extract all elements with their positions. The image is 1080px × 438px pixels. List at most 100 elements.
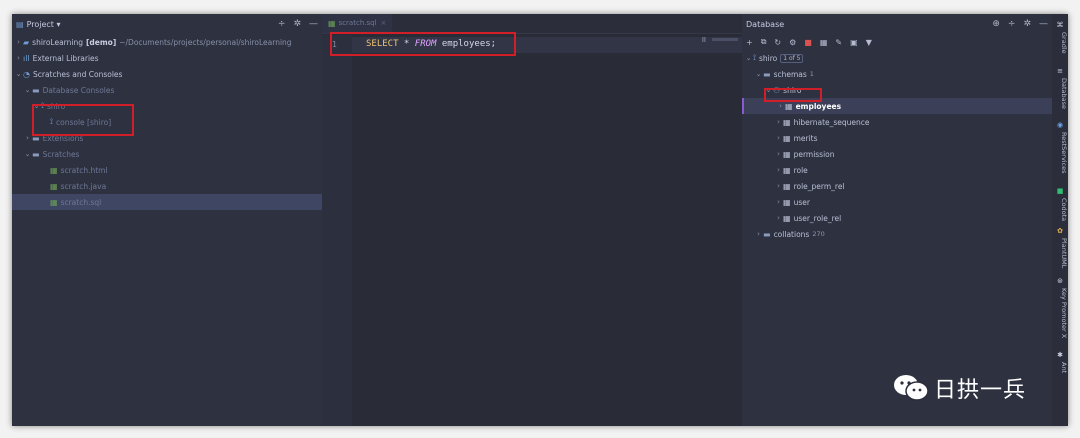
schema-count-badge[interactable]: 1 of 5: [780, 53, 804, 63]
gear-icon[interactable]: ✲: [1023, 19, 1031, 29]
project-tree-item[interactable]: › ▬ Extensions: [12, 130, 322, 146]
database-tree: ⌄ ⟟ shiro 1 of 5 ⌄ ▬ schemas 1 ⌄ ⚇ shiro › ▦ employee…: [742, 50, 1052, 242]
edit-icon[interactable]: ✎: [835, 38, 842, 47]
collapse-all-icon[interactable]: ÷: [1008, 19, 1016, 29]
tool-window-label[interactable]: Codota: [1052, 198, 1068, 221]
project-tree-item[interactable]: › ▰ shiroLearning [demo] ~/Documents/project…: [12, 34, 322, 50]
database-tree-item[interactable]: › ▦ employees: [742, 98, 1052, 114]
tree-item-label: role: [793, 165, 808, 175]
gradle-icon[interactable]: ⌘: [1055, 20, 1065, 30]
editor-area: ▦ scratch.sql × 1 SELECT * FROM employee…: [322, 14, 742, 426]
ant-icon[interactable]: ✱: [1055, 350, 1065, 360]
globe-icon[interactable]: ⊕: [992, 19, 1000, 29]
chevron-down-icon[interactable]: ⌄: [754, 70, 763, 78]
project-tree-item[interactable]: ▦ scratch.sql: [12, 194, 322, 210]
scratch-file-icon: ▦: [50, 197, 58, 207]
chevron-right-icon[interactable]: ›: [23, 134, 32, 142]
add-icon[interactable]: +: [746, 38, 753, 47]
chevron-down-icon[interactable]: ⌄: [23, 150, 32, 158]
editor-scroll-marker[interactable]: [712, 38, 738, 41]
key-promoter-icon[interactable]: ⊛: [1055, 276, 1065, 286]
database-tree-item[interactable]: › ▦ permission: [742, 146, 1052, 162]
chevron-right-icon[interactable]: ›: [754, 230, 763, 238]
tool-window-label[interactable]: Ant: [1052, 362, 1068, 373]
watermark: 日拱一兵: [892, 372, 1026, 404]
hide-panel-icon[interactable]: —: [1039, 19, 1048, 29]
project-tree-item[interactable]: › ıll External Libraries: [12, 50, 322, 66]
chevron-right-icon[interactable]: ›: [774, 214, 783, 222]
tool-window-label[interactable]: Database: [1052, 78, 1068, 109]
database-tree-item[interactable]: › ▦ user: [742, 194, 1052, 210]
filter-icon[interactable]: ▼: [866, 38, 872, 47]
project-tree-item[interactable]: ⌄ ▬ Scratches: [12, 146, 322, 162]
chevron-right-icon[interactable]: ›: [774, 150, 783, 158]
refresh-icon[interactable]: ↻: [774, 38, 781, 47]
tree-item-label: scratch.html: [60, 165, 108, 175]
chevron-right-icon[interactable]: ›: [774, 182, 783, 190]
project-tree-item[interactable]: ⌄ ⟟ shiro: [12, 98, 322, 114]
count-badge: 270: [812, 230, 825, 238]
pause-indicator[interactable]: II: [702, 36, 706, 44]
collapse-all-icon[interactable]: ÷: [278, 19, 286, 29]
chevron-down-icon[interactable]: ⌄: [14, 70, 23, 78]
code-line[interactable]: SELECT * FROM employees;: [366, 39, 496, 49]
chevron-right-icon[interactable]: ›: [14, 38, 23, 46]
table-icon: ▦: [783, 165, 791, 175]
tool-window-label[interactable]: RestServices: [1052, 132, 1068, 174]
database-tree-item[interactable]: › ▦ merits: [742, 130, 1052, 146]
tree-item-label: scratch.sql: [60, 197, 102, 207]
chevron-right-icon[interactable]: ›: [774, 198, 783, 206]
table-icon: ▦: [783, 117, 791, 127]
project-tree-item[interactable]: ⌄ ◔ Scratches and Consoles: [12, 66, 322, 82]
close-tab-icon[interactable]: ×: [381, 19, 387, 27]
project-tree-item[interactable]: ▦ scratch.html: [12, 162, 322, 178]
chevron-right-icon[interactable]: ›: [774, 134, 783, 142]
tree-item-label: collations: [773, 229, 810, 239]
chevron-right-icon[interactable]: ›: [774, 118, 783, 126]
datasource-icon: ⟟: [753, 53, 756, 62]
database-tree-item[interactable]: ⌄ ⚇ shiro: [742, 82, 1052, 98]
tree-item-label: scratch.java: [60, 181, 107, 191]
database-tree-item[interactable]: › ▦ user_role_rel: [742, 210, 1052, 226]
plantuml-icon[interactable]: ✿: [1055, 226, 1065, 236]
database-tree-item[interactable]: › ▦ role_perm_rel: [742, 178, 1052, 194]
chevron-down-icon[interactable]: ⌄: [23, 86, 32, 94]
database-tree-item[interactable]: ⌄ ▬ schemas 1: [742, 66, 1052, 82]
project-tree-item[interactable]: ⌄ ▬ Database Consoles: [12, 82, 322, 98]
project-tree: › ▰ shiroLearning [demo] ~/Documents/project…: [12, 34, 322, 210]
folder-icon: ▬: [32, 85, 40, 95]
database-icon[interactable]: ≡: [1055, 66, 1065, 76]
schema-icon[interactable]: ⚙: [789, 38, 796, 47]
database-tree-item[interactable]: › ▬ collations 270: [742, 226, 1052, 242]
copy-icon[interactable]: ⧉: [761, 37, 767, 47]
rest-services-icon[interactable]: ◉: [1055, 120, 1065, 130]
stop-icon[interactable]: ■: [804, 38, 812, 47]
chevron-right-icon[interactable]: ›: [776, 102, 785, 110]
tool-window-label[interactable]: Key Promoter X: [1052, 288, 1068, 338]
chevron-down-icon[interactable]: ⌄: [32, 102, 41, 110]
tool-window-label[interactable]: Gradle: [1052, 32, 1068, 54]
chevron-down-icon[interactable]: ⌄: [744, 54, 753, 62]
tool-window-label[interactable]: PlantUML: [1052, 238, 1068, 268]
project-tree-item[interactable]: ⟟ console [shiro]: [12, 114, 322, 130]
tab-scratch-sql[interactable]: ▦ scratch.sql ×: [322, 14, 393, 33]
table-view-icon[interactable]: ▦: [820, 38, 828, 47]
editor-tabs: ▦ scratch.sql ×: [322, 14, 742, 34]
schema-icon: ⚇: [773, 85, 781, 95]
chevron-right-icon[interactable]: ›: [774, 166, 783, 174]
database-tree-item[interactable]: › ▦ role: [742, 162, 1052, 178]
chevron-down-icon[interactable]: ⌄: [764, 86, 773, 94]
tree-item-label: permission: [793, 149, 835, 159]
codota-icon[interactable]: ■: [1055, 186, 1065, 196]
database-tree-item[interactable]: › ▦ hibernate_sequence: [742, 114, 1052, 130]
console-icon[interactable]: ▣: [850, 38, 858, 47]
tree-item-label: shiro: [758, 53, 778, 63]
wechat-icon: [894, 375, 929, 401]
hide-panel-icon[interactable]: —: [309, 19, 318, 29]
chevron-right-icon[interactable]: ›: [14, 54, 23, 62]
line-number: 1: [332, 40, 337, 49]
project-tree-item[interactable]: ▦ scratch.java: [12, 178, 322, 194]
database-tree-item[interactable]: ⌄ ⟟ shiro 1 of 5: [742, 50, 1052, 66]
project-panel-title[interactable]: Project ▾: [27, 20, 61, 29]
gear-icon[interactable]: ✲: [293, 19, 301, 29]
